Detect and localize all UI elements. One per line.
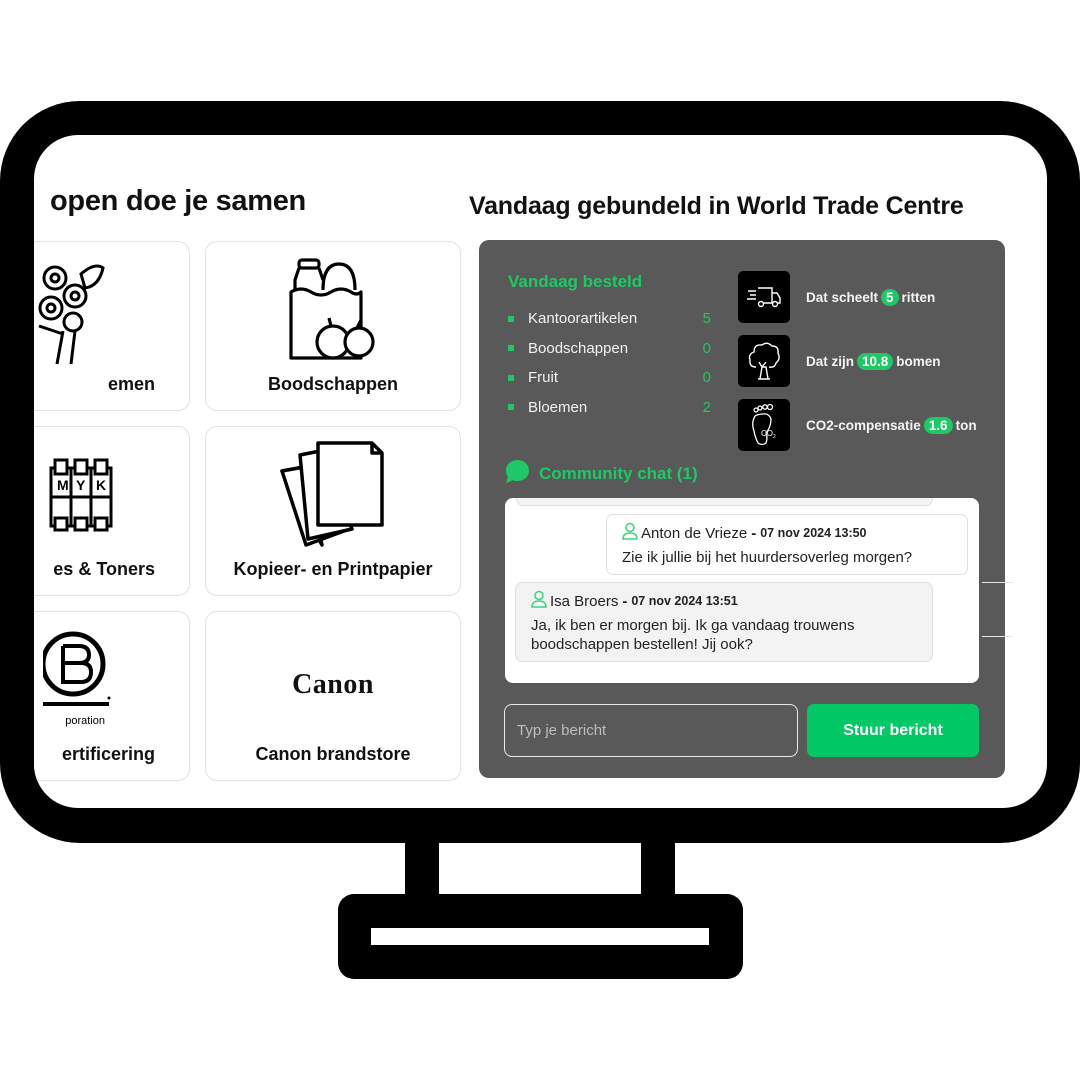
tile-kopieer-printpapier[interactable]: Kopieer- en Printpapier [205, 426, 461, 596]
svg-text:2: 2 [773, 434, 776, 440]
svg-text:Y: Y [76, 477, 86, 493]
flower-bouquet-icon [34, 256, 189, 366]
ordered-item-label: Kantoorartikelen [528, 310, 638, 328]
stat-co2: CO 2 CO2-compensatie 1.6 ton [738, 399, 977, 451]
tile-boodschappen[interactable]: Boodschappen [205, 241, 461, 411]
paper-stack-icon [206, 441, 460, 551]
stat-value-badge: 1.6 [923, 416, 953, 434]
ordered-item: Fruit 0 [508, 363, 713, 393]
user-icon [531, 590, 547, 612]
chat-message-header: Isa Broers - 07 nov 2024 13:51 [531, 590, 918, 612]
chat-author: Anton de Vrieze [641, 524, 748, 542]
chat-timestamp: 07 nov 2024 13:50 [760, 526, 867, 540]
chat-message-text: Zie ik jullie bij het huurdersoverleg mo… [622, 549, 913, 566]
co2-footprint-icon: CO 2 [738, 399, 790, 451]
send-message-button[interactable]: Stuur bericht [807, 704, 979, 757]
svg-text:M: M [57, 477, 69, 493]
stat-suffix: bomen [896, 353, 941, 369]
tile-canon-brandstore[interactable]: Canon Canon brandstore [205, 611, 461, 781]
tile-b-corp-certificering[interactable]: poration ertificering [34, 611, 190, 781]
chat-bubble-icon [505, 459, 530, 489]
ordered-item: Kantoorartikelen 5 [508, 304, 713, 334]
bullet-icon [508, 345, 514, 352]
delivery-truck-icon [738, 271, 790, 323]
chat-separator: - [751, 524, 757, 542]
ordered-item-label: Boodschappen [528, 339, 629, 357]
tile-label: emen [107, 374, 155, 394]
chat-message: Anton de Vrieze - 07 nov 2024 13:50 Zie … [606, 514, 968, 575]
stat-prefix: Dat scheelt [806, 289, 879, 305]
chat-header: Community chat (1) [505, 459, 698, 489]
stat-value-badge: 5 [881, 288, 899, 306]
chat-author: Isa Broers [550, 592, 619, 610]
ordered-today-title: Vandaag besteld [508, 272, 643, 291]
chat-message: Isa Broers - 07 nov 2024 13:51 Ja, ik be… [515, 582, 933, 662]
stat-rides-saved: Dat scheelt 5 ritten [738, 271, 935, 323]
ordered-item: Bloemen 2 [508, 393, 713, 423]
stat-trees: Dat zijn 10.8 bomen [738, 335, 941, 387]
ordered-item-count: 5 [702, 310, 711, 328]
stat-prefix: Dat zijn [806, 353, 855, 369]
tile-label: es & Toners [53, 559, 155, 579]
tile-label: Boodschappen [267, 374, 398, 394]
svg-text:CO: CO [761, 429, 773, 438]
stat-text: CO2-compensatie 1.6 ton [806, 416, 977, 434]
ordered-list: Kantoorartikelen 5 Boodschappen 0 Fruit … [508, 304, 713, 422]
bullet-icon [508, 404, 514, 411]
ordered-item-count: 0 [702, 339, 711, 357]
bundle-panel: Vandaag besteld Kantoorartikelen 5 Boods… [479, 240, 1005, 778]
divider [982, 582, 1013, 583]
stat-text: Dat scheelt 5 ritten [806, 288, 936, 306]
chat-separator: - [622, 592, 628, 610]
ordered-item-count: 0 [702, 369, 711, 387]
chat-message-partial [516, 498, 933, 506]
chat-title: Community chat (1) [539, 464, 698, 483]
ordered-item-label: Fruit [528, 369, 558, 387]
grocery-bag-icon [206, 256, 460, 366]
stat-text: Dat zijn 10.8 bomen [806, 352, 941, 370]
ordered-item-label: Bloemen [528, 398, 588, 416]
stat-value-badge: 10.8 [857, 352, 894, 370]
svg-text:poration: poration [65, 715, 105, 727]
categories-title: open doe je samen [50, 185, 306, 217]
canon-logo-text: Canon [292, 669, 374, 700]
bundled-title: Vandaag gebundeld in World Trade Centre [469, 192, 964, 220]
ordered-item-count: 2 [702, 398, 711, 416]
bullet-icon [508, 315, 514, 322]
b-corp-logo: poration [34, 622, 189, 732]
chat-message-text: Ja, ik ben er morgen bij. Ik ga vandaag … [531, 617, 855, 653]
svg-text:K: K [96, 477, 106, 493]
divider [982, 636, 1013, 637]
user-icon [622, 522, 638, 544]
monitor-stand-neck [641, 842, 675, 896]
tree-icon [738, 335, 790, 387]
tile-bloemen[interactable]: emen [34, 241, 190, 411]
cmyk-cartridge-icon: M Y K [34, 441, 189, 551]
monitor-stand-slot [371, 928, 709, 945]
chat-message-input[interactable] [504, 704, 798, 757]
chat-message-header: Anton de Vrieze - 07 nov 2024 13:50 [622, 522, 953, 544]
stat-suffix: ritten [901, 289, 936, 305]
stat-prefix: CO2-compensatie [806, 417, 921, 433]
canon-logo: Canon [206, 626, 460, 736]
tile-label: Kopieer- en Printpapier [233, 559, 433, 579]
monitor-stand-neck [405, 842, 439, 896]
stat-suffix: ton [955, 417, 977, 433]
monitor-screen: open doe je samen emen Boodschappen M Y … [34, 135, 1047, 808]
tile-cartridges-toners[interactable]: M Y K es & Toners [34, 426, 190, 596]
tile-label: ertificering [61, 744, 155, 764]
chat-timestamp: 07 nov 2024 13:51 [631, 594, 738, 608]
chat-messages[interactable]: Anton de Vrieze - 07 nov 2024 13:50 Zie … [505, 498, 979, 683]
ordered-item: Boodschappen 0 [508, 334, 713, 364]
bullet-icon [508, 374, 514, 381]
tile-label: Canon brandstore [255, 744, 411, 764]
